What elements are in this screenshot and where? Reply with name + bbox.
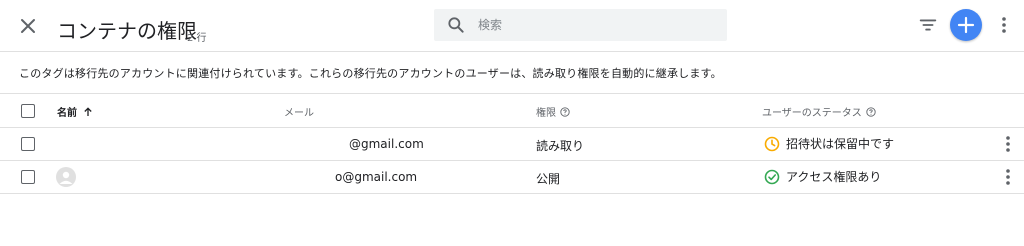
search-box[interactable]: [434, 9, 727, 41]
status-text: アクセス権限あり: [786, 170, 882, 184]
row-checkbox[interactable]: [21, 170, 35, 184]
more-vert-icon[interactable]: [996, 14, 1012, 36]
column-header-permission: 権限: [536, 104, 570, 119]
search-input[interactable]: [478, 15, 708, 35]
row-checkbox[interactable]: [21, 137, 35, 151]
column-label-email: メール: [284, 108, 314, 119]
status-text: 招待状は保留中です: [786, 137, 895, 151]
help-icon[interactable]: [866, 106, 876, 117]
clock-icon: [764, 136, 780, 151]
divider: [0, 160, 1024, 161]
inheritance-notice: このタグは移行先のアカウントに関連付けられています。これらの移行先のアカウントの…: [19, 67, 722, 80]
divider: [0, 127, 1024, 128]
check-circle-icon: [764, 169, 780, 184]
row-permission: 公開: [536, 172, 561, 186]
search-icon[interactable]: [446, 15, 466, 35]
add-user-button[interactable]: [950, 9, 982, 41]
column-header-name[interactable]: 名前: [57, 104, 93, 119]
page-title: コンテナの権限: [57, 19, 197, 43]
row-count: 2 行: [187, 33, 207, 44]
row-email: o@gmail.com: [335, 170, 418, 184]
divider: [0, 93, 1024, 94]
help-icon[interactable]: [560, 106, 570, 117]
more-vert-icon[interactable]: [1000, 167, 1016, 187]
plus-icon: [957, 16, 975, 34]
person-icon: [59, 171, 73, 184]
app-header: コンテナの権限 2 行: [0, 0, 1024, 52]
select-all-checkbox[interactable]: [21, 104, 35, 118]
filter-icon[interactable]: [917, 14, 939, 36]
column-label-name: 名前: [57, 108, 77, 119]
column-label-status: ユーザーのステータス: [762, 108, 862, 119]
column-header-email: メール: [284, 104, 314, 119]
arrow-up-icon[interactable]: [83, 106, 93, 117]
column-header-status: ユーザーのステータス: [762, 104, 876, 119]
divider: [0, 193, 1024, 194]
status-badge: アクセス権限あり: [764, 168, 881, 185]
column-label-permission: 権限: [536, 108, 556, 119]
row-permission: 読み取り: [536, 139, 585, 153]
avatar: [56, 167, 76, 187]
status-badge: 招待状は保留中です: [764, 135, 894, 152]
row-email: @gmail.com: [349, 137, 424, 151]
close-icon[interactable]: [16, 14, 40, 38]
more-vert-icon[interactable]: [1000, 134, 1016, 154]
